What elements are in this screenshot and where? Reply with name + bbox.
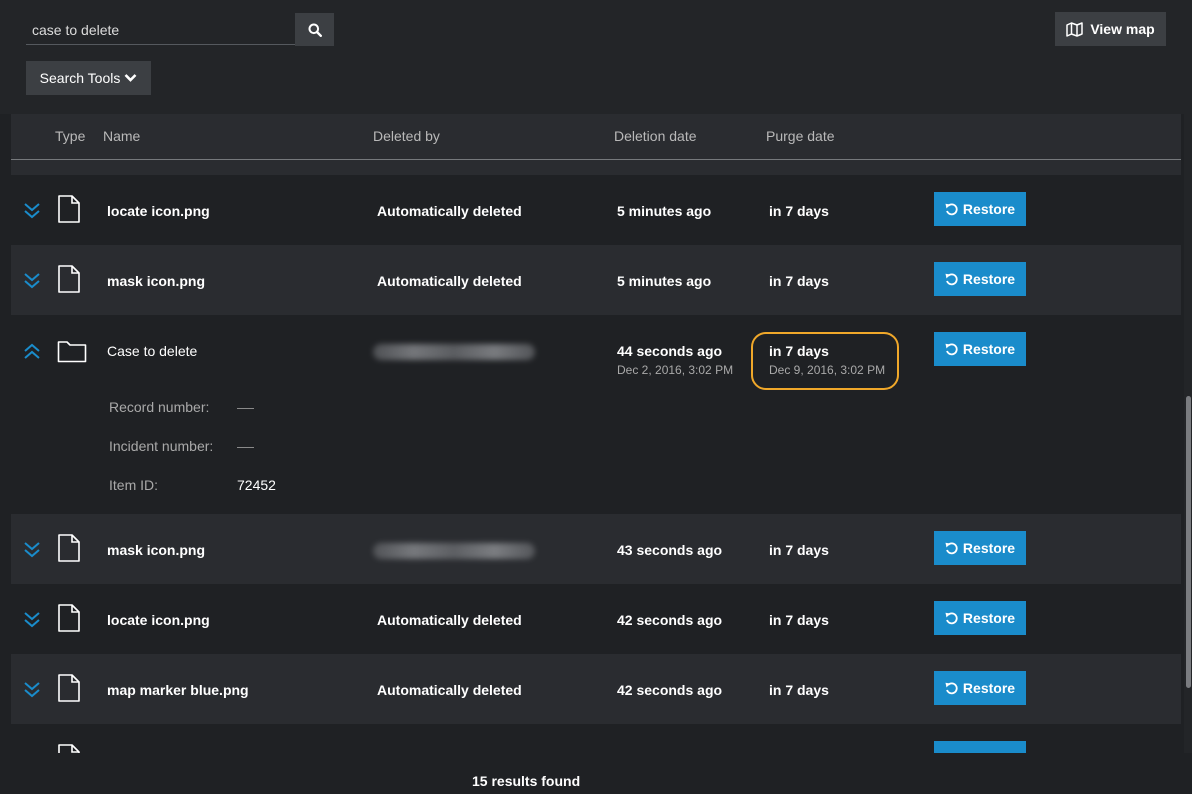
search-tools-label: Search Tools — [39, 70, 121, 86]
restore-label: Restore — [962, 271, 1016, 287]
row-deleted-by: Automatically deleted — [377, 203, 522, 219]
row-deletion-date: 42 seconds ago — [617, 682, 723, 698]
column-header-purge-date[interactable]: Purge date — [766, 128, 835, 144]
row-deleted-by: Automatically deleted — [377, 273, 522, 289]
column-header-name[interactable]: Name — [103, 128, 140, 144]
redacted-email — [373, 344, 535, 360]
restore-button[interactable]: Restore — [934, 332, 1026, 366]
results-table: locate icon.png Automatically deleted 5 … — [11, 160, 1181, 753]
restore-button[interactable]: Restore — [934, 192, 1026, 226]
restore-icon — [945, 681, 958, 694]
expand-chevron-icon[interactable] — [23, 681, 41, 699]
record-number-label: Record number: — [109, 399, 210, 415]
restore-button[interactable] — [934, 741, 1026, 753]
row-deleted-by: Automatically deleted — [377, 612, 522, 628]
row-purge-date: in 7 days — [769, 273, 829, 289]
restore-icon — [945, 611, 958, 624]
row-deleted-by: Automatically deleted — [377, 682, 522, 698]
restore-label: Restore — [962, 610, 1016, 626]
redacted-email — [373, 543, 535, 559]
item-id-label: Item ID: — [109, 477, 159, 493]
row-name: Case to delete — [107, 343, 198, 359]
row-name: locate icon.png — [107, 612, 210, 628]
row-purge-date: in 7 days — [769, 612, 829, 628]
restore-button[interactable]: Restore — [934, 601, 1026, 635]
view-map-button[interactable]: View map — [1055, 12, 1166, 46]
row-deletion-date: 44 seconds ago — [617, 343, 723, 359]
expand-chevron-icon[interactable] — [23, 202, 41, 220]
search-tools-button[interactable]: Search Tools — [26, 61, 151, 95]
search-input[interactable] — [26, 13, 295, 45]
search-button[interactable] — [295, 13, 334, 46]
table-row-partial — [11, 160, 1181, 175]
row-purge-date: in 7 days — [769, 542, 829, 558]
table-row-expanded[interactable]: Case to delete 44 seconds ago Dec 2, 201… — [11, 315, 1181, 515]
table-row[interactable]: locate icon.png Automatically deleted 5 … — [11, 175, 1181, 245]
map-icon — [1066, 21, 1084, 37]
expand-chevron-icon[interactable] — [23, 272, 41, 290]
scrollbar-thumb[interactable] — [1186, 396, 1191, 688]
incident-number-empty — [237, 447, 254, 448]
column-header-deletion-date[interactable]: Deletion date — [614, 128, 697, 144]
restore-label: Restore — [962, 341, 1016, 357]
table-row[interactable]: map marker blue.png Automatically delete… — [11, 654, 1181, 724]
row-name: map marker blue.png — [107, 682, 249, 698]
column-header-deleted-by[interactable]: Deleted by — [373, 128, 440, 144]
row-deletion-date: 43 seconds ago — [617, 542, 723, 558]
restore-button[interactable]: Restore — [934, 531, 1026, 565]
incident-number-label: Incident number: — [109, 438, 214, 454]
search-bar — [26, 13, 334, 46]
folder-icon — [57, 341, 87, 363]
file-icon — [58, 604, 80, 632]
view-map-label: View map — [1090, 21, 1155, 37]
row-deletion-date: 42 seconds ago — [617, 612, 723, 628]
row-name: mask icon.png — [107, 542, 206, 558]
restore-label: Restore — [962, 540, 1016, 556]
restore-button[interactable]: Restore — [934, 262, 1026, 296]
restore-icon — [945, 541, 958, 554]
table-header: Type Name Deleted by Deletion date Purge… — [11, 114, 1181, 160]
row-purge-date: in 7 days — [769, 203, 829, 219]
row-deletion-date: 5 minutes ago — [617, 273, 712, 289]
item-id-value: 72452 — [237, 477, 276, 493]
record-number-empty — [237, 408, 254, 409]
column-header-type[interactable]: Type — [55, 128, 85, 144]
row-name: locate icon.png — [107, 203, 210, 219]
file-icon — [58, 195, 80, 223]
results-footer: 15 results found — [0, 753, 1192, 794]
collapse-chevron-icon[interactable] — [23, 343, 41, 361]
restore-label: Restore — [962, 680, 1016, 696]
results-count: 15 results found — [472, 773, 581, 789]
restore-icon — [945, 202, 958, 215]
file-icon — [58, 674, 80, 702]
row-name: mask icon.png — [107, 273, 206, 289]
purge-date-highlight — [751, 332, 899, 390]
file-icon — [58, 744, 80, 753]
restore-button[interactable]: Restore — [934, 671, 1026, 705]
row-deletion-date: 5 minutes ago — [617, 203, 712, 219]
search-icon — [308, 23, 322, 37]
chevron-down-icon — [124, 74, 137, 82]
expand-chevron-icon[interactable] — [23, 611, 41, 629]
restore-icon — [945, 342, 958, 355]
file-icon — [58, 265, 80, 293]
table-row[interactable]: mask icon.png Automatically deleted 5 mi… — [11, 245, 1181, 315]
row-purge-date: in 7 days — [769, 682, 829, 698]
table-row[interactable]: locate icon.png Automatically deleted 42… — [11, 584, 1181, 654]
table-row[interactable]: mask icon.png 43 seconds ago in 7 days R… — [11, 514, 1181, 584]
expand-chevron-icon[interactable] — [23, 541, 41, 559]
restore-label: Restore — [962, 201, 1016, 217]
restore-icon — [945, 272, 958, 285]
table-row-partial[interactable] — [11, 724, 1181, 753]
file-icon — [58, 534, 80, 562]
row-deletion-date-full: Dec 2, 2016, 3:02 PM — [617, 363, 734, 377]
